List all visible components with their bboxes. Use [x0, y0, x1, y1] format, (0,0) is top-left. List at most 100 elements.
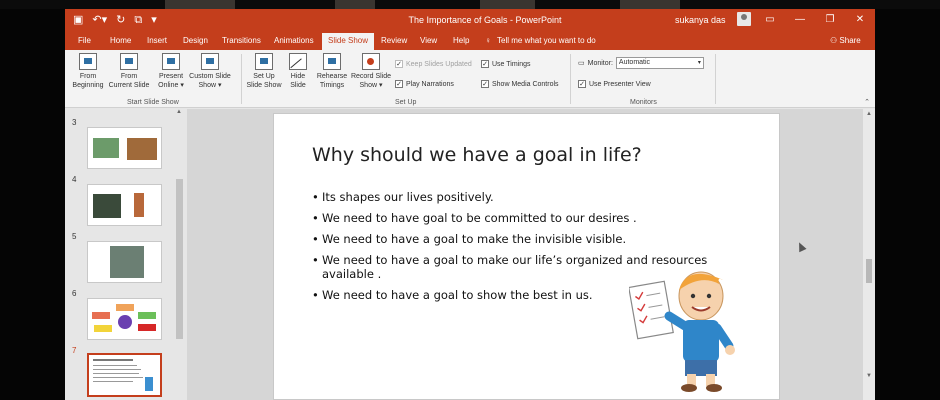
- show-media-controls-checkbox[interactable]: ✓ Show Media Controls: [481, 80, 559, 88]
- thumbnail-text-line: [93, 369, 141, 370]
- participant-video: [335, 0, 375, 9]
- slide-thumbnail[interactable]: [87, 298, 162, 340]
- save-icon[interactable]: ▣: [73, 12, 83, 28]
- setup-show-icon: [255, 53, 273, 70]
- present-online-button[interactable]: Present Online ▾: [155, 53, 187, 90]
- thumbnail-image: [127, 138, 157, 160]
- set-up-slide-show-button[interactable]: Set Up Slide Show: [245, 53, 283, 90]
- use-presenter-view-checkbox[interactable]: ✓ Use Presenter View: [578, 80, 651, 88]
- rehearse-timings-button[interactable]: Rehearse Timings: [315, 53, 349, 90]
- thumbnail-number: 5: [72, 232, 77, 241]
- rehearse-timings-icon: [323, 53, 341, 70]
- user-name[interactable]: sukanya das: [675, 13, 726, 27]
- undo-icon[interactable]: ↶▾: [92, 12, 107, 28]
- quick-access-toolbar: ▣ ↶▾ ↻ ⧉ ▾: [73, 12, 157, 28]
- slideshow-current-icon: [120, 53, 138, 70]
- scroll-up-icon[interactable]: ▲: [176, 109, 182, 115]
- slide-scrollbar[interactable]: ▲ ▼: [863, 109, 875, 400]
- from-beginning-line1: From: [79, 73, 97, 80]
- keep-updated-label: Keep Slides Updated: [406, 60, 472, 68]
- setup-line1: Set Up: [253, 73, 275, 80]
- mouse-cursor-icon: [795, 240, 807, 253]
- person-icon: ⚇: [830, 36, 840, 45]
- bullet-item: We need to have goal to be committed to …: [312, 211, 722, 225]
- custom-show-line2: Show ▾: [198, 82, 222, 89]
- share-label: Share: [839, 36, 861, 45]
- chevron-down-icon: ▾: [697, 60, 701, 66]
- from-beginning-button[interactable]: From Beginning: [69, 53, 107, 90]
- tab-review[interactable]: Review: [381, 35, 407, 47]
- tell-me-search[interactable]: ♀ Tell me what you want to do: [485, 35, 596, 47]
- slide-thumbnail-selected[interactable]: [87, 353, 162, 397]
- use-timings-checkbox[interactable]: ✓ Use Timings: [481, 60, 531, 68]
- record-line2: Show ▾: [359, 82, 383, 89]
- custom-show-line1: Custom Slide: [189, 73, 231, 80]
- bullet-item: Its shapes our lives positively.: [312, 190, 722, 204]
- window-controls: ▭ — ❐ ✕: [755, 9, 875, 31]
- collapse-ribbon-icon[interactable]: ⌃: [864, 98, 870, 106]
- hide-slide-button[interactable]: Hide Slide: [285, 53, 311, 90]
- scroll-up-icon[interactable]: ▲: [866, 111, 872, 117]
- slide-thumbnail[interactable]: [87, 184, 162, 226]
- present-icon[interactable]: ⧉: [134, 12, 142, 28]
- thumbnail-text-line: [93, 373, 139, 374]
- hide-line1: Hide: [290, 73, 306, 80]
- keep-slides-updated-checkbox[interactable]: ✓ Keep Slides Updated: [395, 60, 472, 68]
- slide-thumbnail[interactable]: [87, 127, 162, 169]
- present-online-line2: Online ▾: [158, 82, 184, 89]
- custom-slide-show-button[interactable]: Custom Slide Show ▾: [187, 53, 233, 90]
- current-slide[interactable]: Why should we have a goal in life? Its s…: [273, 113, 780, 400]
- avatar[interactable]: [737, 12, 751, 26]
- tell-me-label: Tell me what you want to do: [497, 36, 596, 45]
- ribbon-slide-show: From Beginning From Current Slide Presen…: [65, 50, 875, 108]
- redo-icon[interactable]: ↻: [116, 12, 125, 28]
- boy-with-checklist-illustration[interactable]: [629, 264, 749, 394]
- play-narrations-label: Play Narrations: [406, 80, 454, 88]
- boy-pants: [685, 360, 717, 376]
- thumbnail-scrollbar[interactable]: ▲: [174, 109, 184, 400]
- checkbox-box: ✓: [481, 60, 489, 68]
- scrollbar-thumb[interactable]: [866, 259, 872, 283]
- from-current-slide-button[interactable]: From Current Slide: [107, 53, 151, 90]
- monitor-label: Monitor:: [587, 59, 613, 67]
- customize-qat-icon[interactable]: ▾: [151, 12, 157, 28]
- tab-insert[interactable]: Insert: [147, 35, 167, 47]
- tab-view[interactable]: View: [420, 35, 437, 47]
- slide-thumbnail[interactable]: [87, 241, 162, 283]
- from-current-line2: Current Slide: [108, 82, 150, 89]
- thumbnail-number: 7: [72, 346, 77, 355]
- thumbnail-image: [93, 138, 119, 158]
- tab-file[interactable]: File: [78, 35, 91, 47]
- diagram-box: [138, 312, 156, 319]
- minimize-icon[interactable]: —: [785, 9, 815, 31]
- tab-design[interactable]: Design: [183, 35, 208, 47]
- monitor-dropdown[interactable]: Automatic ▾: [615, 57, 704, 69]
- play-narrations-checkbox[interactable]: ✓ Play Narrations: [395, 80, 454, 88]
- close-icon[interactable]: ✕: [845, 9, 875, 31]
- slide-title[interactable]: Why should we have a goal in life?: [312, 144, 642, 166]
- ribbon-tabs: File Home Insert Design Transitions Anim…: [65, 31, 875, 50]
- tab-transitions[interactable]: Transitions: [222, 35, 261, 47]
- checkbox-box: ✓: [578, 80, 586, 88]
- tab-slide-show[interactable]: Slide Show: [322, 33, 375, 50]
- slide-editing-area: Why should we have a goal in life? Its s…: [187, 109, 875, 400]
- thumbnail-text-line: [93, 365, 137, 366]
- scroll-down-icon[interactable]: ▼: [866, 373, 872, 379]
- thumbnail-number: 6: [72, 289, 77, 298]
- tab-home[interactable]: Home: [110, 35, 131, 47]
- checklist-paper: [629, 280, 674, 340]
- ribbon-display-icon[interactable]: ▭: [755, 9, 785, 31]
- record-slide-show-button[interactable]: Record Slide Show ▾: [349, 53, 393, 90]
- diagram-box: [138, 324, 156, 331]
- diagram-box: [116, 304, 134, 311]
- restore-icon[interactable]: ❐: [815, 9, 845, 31]
- participant-video: [480, 0, 535, 9]
- rehearse-line1: Rehearse: [316, 73, 348, 80]
- share-button[interactable]: ⚇ Share: [830, 35, 861, 47]
- tab-help[interactable]: Help: [453, 35, 469, 47]
- scrollbar-thumb[interactable]: [176, 179, 183, 339]
- setup-line2: Slide Show: [246, 82, 282, 89]
- tab-animations[interactable]: Animations: [274, 35, 314, 47]
- group-divider: [715, 54, 716, 104]
- window-title: The Importance of Goals - PowerPoint: [408, 15, 562, 25]
